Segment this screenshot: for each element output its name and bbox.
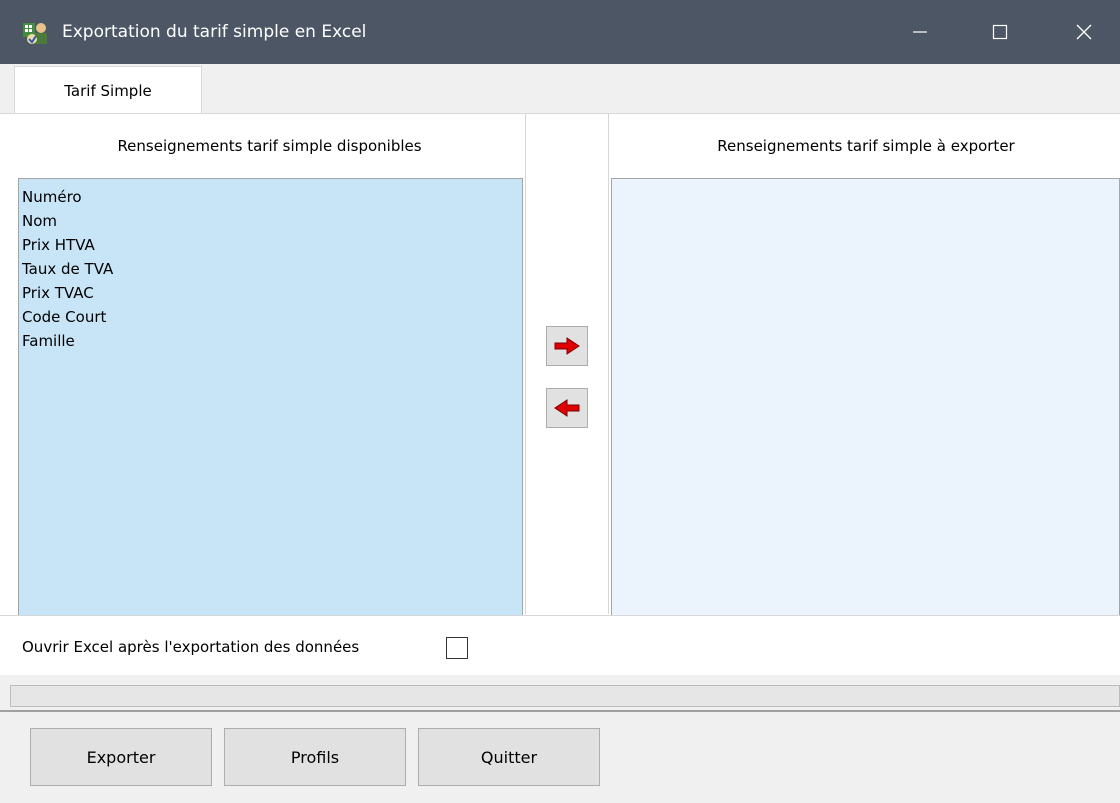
quit-button[interactable]: Quitter [418, 728, 600, 786]
close-icon [1076, 24, 1092, 40]
export-fields-list[interactable] [611, 178, 1120, 616]
add-to-export-button[interactable] [546, 326, 588, 366]
panel-divider [525, 114, 526, 614]
remove-from-export-button[interactable] [546, 388, 588, 428]
window-title: Exportation du tarif simple en Excel [62, 22, 367, 42]
available-fields-list[interactable]: Numéro Nom Prix HTVA Taux de TVA Prix TV… [18, 178, 523, 616]
profiles-button[interactable]: Profils [224, 728, 406, 786]
section-divider [0, 615, 1120, 616]
minimize-icon [913, 31, 927, 33]
list-item[interactable]: Nom [21, 209, 520, 233]
open-excel-label: Ouvrir Excel après l'exportation des don… [22, 638, 360, 656]
maximize-icon [992, 24, 1008, 40]
excel-export-app-icon [22, 20, 52, 46]
maximize-button[interactable] [972, 0, 1028, 64]
arrow-right-icon [554, 337, 580, 355]
export-list-header: Renseignements tarif simple à exporter [717, 137, 1015, 155]
minimize-button[interactable] [892, 0, 948, 64]
tab-tarif-simple[interactable]: Tarif Simple [14, 66, 202, 114]
list-item[interactable]: Prix TVAC [21, 281, 520, 305]
export-button[interactable]: Exporter [30, 728, 212, 786]
close-button[interactable] [1056, 0, 1112, 64]
open-excel-checkbox[interactable] [446, 637, 468, 659]
list-item[interactable]: Code Court [21, 305, 520, 329]
tab-label: Tarif Simple [64, 81, 152, 100]
available-list-header: Renseignements tarif simple disponibles [117, 137, 422, 155]
title-bar: Exportation du tarif simple en Excel [0, 0, 1120, 64]
list-item[interactable]: Famille [21, 329, 520, 353]
export-progress-bar [10, 685, 1120, 707]
panel-divider [608, 114, 609, 614]
arrow-left-icon [554, 399, 580, 417]
footer-button-bar: Exporter Profils Quitter [0, 712, 1120, 803]
tab-strip: Tarif Simple [0, 64, 1120, 114]
list-item[interactable]: Numéro [21, 185, 520, 209]
list-item[interactable]: Prix HTVA [21, 233, 520, 257]
tab-panel: Renseignements tarif simple disponibles … [0, 113, 1120, 675]
list-item[interactable]: Taux de TVA [21, 257, 520, 281]
